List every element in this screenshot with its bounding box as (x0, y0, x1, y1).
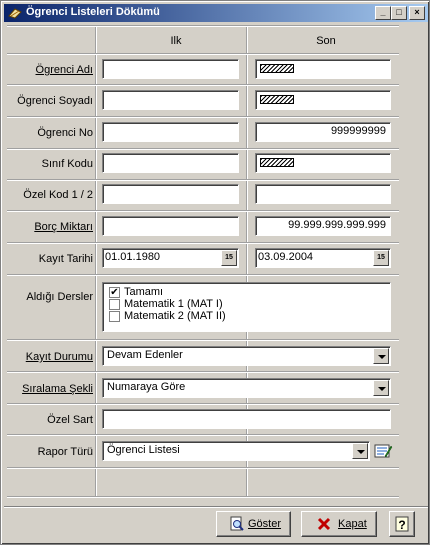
report-design-icon[interactable] (373, 441, 393, 461)
svg-text:?: ? (398, 518, 405, 532)
student-surname-first-input[interactable] (102, 90, 239, 110)
student-surname-label: Ögrenci Soyadı (17, 95, 93, 107)
registration-date-label: Kayıt Tarihi (38, 253, 93, 265)
minimize-button[interactable]: _ (375, 6, 391, 20)
registration-date-last-value: 03.09.2004 (258, 251, 314, 263)
course-item-label: Tamamı (124, 286, 164, 298)
student-name-last-input[interactable] (255, 59, 391, 79)
close-dialog-button[interactable]: Kapat (301, 511, 377, 537)
grid-divider (7, 116, 399, 118)
report-type-label: Rapor Türü (37, 446, 93, 458)
checkbox-icon[interactable] (109, 299, 120, 310)
class-code-last-input[interactable] (255, 153, 391, 173)
courses-label: Aldığı Dersler (26, 291, 93, 303)
window-title: Ögrenci Listeleri Dökümü (26, 6, 160, 18)
registration-date-first-value: 01.01.1980 (105, 251, 161, 263)
report-window: Ögrenci Listeleri Dökümü _ □ × Ilk Son Ö… (0, 0, 430, 545)
grid-divider (7, 53, 399, 55)
grid-divider (7, 84, 399, 86)
registration-date-last-input[interactable]: 03.09.2004 15 (255, 248, 391, 268)
app-icon (8, 8, 22, 19)
student-no-first-input[interactable] (102, 122, 239, 142)
grid-divider (7, 339, 399, 341)
special-code-label: Özel Kod 1 / 2 (23, 189, 93, 201)
column-header-first: Ilk (170, 35, 182, 47)
preview-icon (230, 516, 244, 531)
close-dialog-button-label: Kapat (338, 518, 367, 530)
grid-divider (7, 434, 399, 436)
chevron-down-icon[interactable] (373, 348, 389, 364)
grid-divider (7, 274, 399, 276)
footer-separator (4, 506, 428, 508)
maximize-button[interactable]: □ (391, 6, 407, 20)
class-code-label: Sınıf Kodu (41, 158, 93, 170)
report-type-select[interactable]: Ögrenci Listesi (102, 441, 370, 461)
help-button[interactable]: ? (389, 511, 415, 537)
student-no-label: Ögrenci No (37, 127, 93, 139)
close-button[interactable]: × (409, 6, 425, 20)
sort-order-select[interactable]: Numaraya Göre (102, 378, 391, 398)
grid-divider (7, 25, 399, 27)
grid-divider (95, 25, 97, 497)
registration-status-select[interactable]: Devam Edenler (102, 346, 391, 366)
chevron-down-icon[interactable] (373, 380, 389, 396)
grid-divider (7, 242, 399, 244)
column-header-last: Son (316, 35, 336, 47)
debt-amount-label: Borç Miktarı (34, 221, 93, 233)
hatch-pattern-icon (260, 158, 294, 167)
grid-divider (7, 403, 399, 405)
grid-divider (7, 179, 399, 181)
student-surname-last-input[interactable] (255, 90, 391, 110)
registration-status-label: Kayıt Durumu (25, 351, 93, 363)
special-code-last-input[interactable] (255, 184, 391, 204)
show-button-label: Göster (248, 518, 282, 530)
special-condition-input[interactable] (102, 409, 391, 429)
grid-divider (7, 467, 399, 469)
form-grid: Ilk Son Ögrenci Adı Ögrenci Soyadı Ögren… (7, 25, 399, 498)
checkbox-checked-icon[interactable]: ✔ (109, 287, 120, 298)
show-button[interactable]: Göster (216, 511, 291, 537)
special-code-first-input[interactable] (102, 184, 239, 204)
hatch-pattern-icon (260, 95, 294, 104)
report-type-value: Ögrenci Listesi (107, 444, 180, 456)
chevron-down-icon[interactable] (352, 443, 368, 459)
grid-divider (7, 210, 399, 212)
grid-divider (7, 148, 399, 150)
course-item-label: Matematik 2 (MAT II) (124, 310, 226, 322)
class-code-first-input[interactable] (102, 153, 239, 173)
hatch-pattern-icon (260, 64, 294, 73)
help-icon: ? (395, 516, 409, 532)
close-icon (317, 517, 331, 531)
grid-divider (7, 371, 399, 373)
student-name-first-input[interactable] (102, 59, 239, 79)
calendar-icon[interactable]: 15 (221, 250, 237, 266)
special-condition-label: Özel Sart (47, 414, 93, 426)
sort-order-label: Sıralama Şekli (22, 383, 93, 395)
course-item-label: Matematik 1 (MAT I) (124, 298, 223, 310)
registration-date-first-input[interactable]: 01.01.1980 15 (102, 248, 239, 268)
debt-amount-last-input[interactable]: 99.999.999.999.999 (255, 216, 391, 236)
grid-divider (7, 496, 399, 498)
title-bar: Ögrenci Listeleri Dökümü _ □ × (4, 4, 428, 22)
sort-order-value: Numaraya Göre (107, 381, 186, 393)
courses-checklist[interactable]: ✔ Tamamı Matematik 1 (MAT I) Matematik 2… (102, 282, 391, 332)
student-no-last-input[interactable]: 999999999 (255, 122, 391, 142)
checkbox-icon[interactable] (109, 311, 120, 322)
student-name-label: Ögrenci Adı (35, 64, 93, 76)
calendar-icon[interactable]: 15 (373, 250, 389, 266)
debt-amount-first-input[interactable] (102, 216, 239, 236)
registration-status-value: Devam Edenler (107, 349, 183, 361)
